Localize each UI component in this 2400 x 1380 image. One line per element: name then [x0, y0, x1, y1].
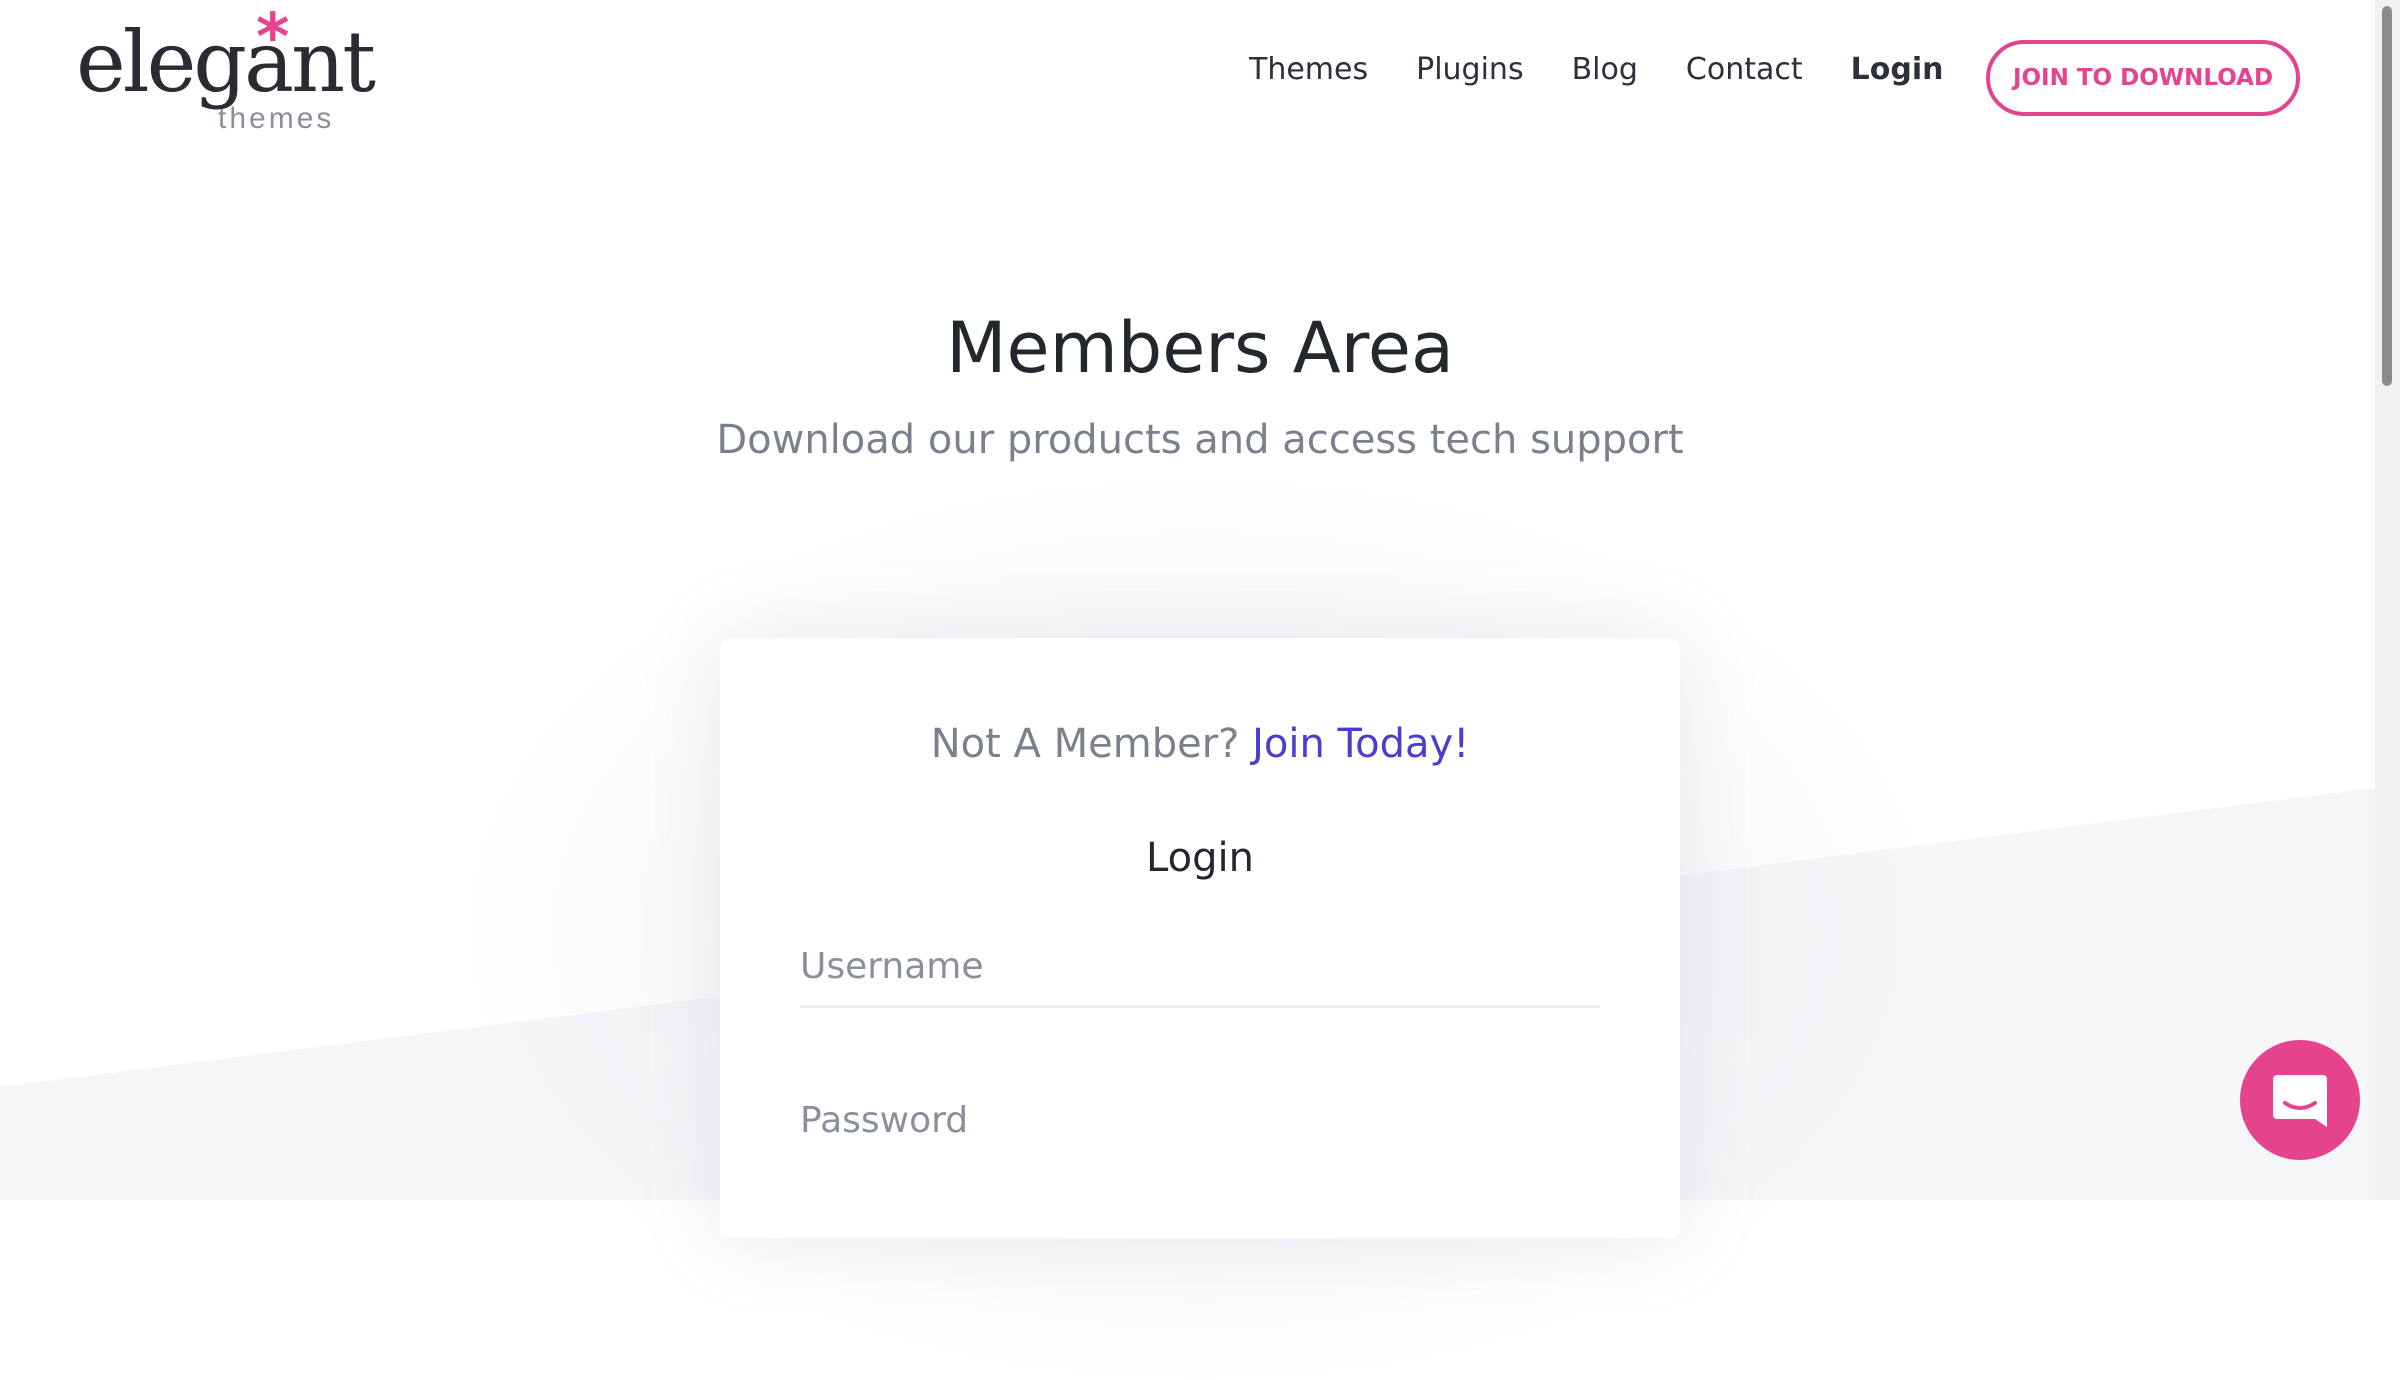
- logo-wordmark: elegant: [76, 13, 376, 111]
- not-a-member-text: Not A Member?: [930, 721, 1240, 767]
- nav-item-plugins[interactable]: Plugins: [1416, 52, 1523, 88]
- nav-item-themes[interactable]: Themes: [1249, 52, 1368, 88]
- nav-item-contact[interactable]: Contact: [1686, 52, 1803, 88]
- membership-prompt: Not A Member? Join Today!: [720, 720, 1680, 768]
- scrollbar-thumb[interactable]: [2382, 6, 2392, 386]
- login-heading: Login: [1146, 835, 1254, 881]
- username-input[interactable]: [800, 928, 1600, 1008]
- nav-item-login[interactable]: Login: [1851, 52, 1944, 88]
- chat-icon: [2273, 1075, 2327, 1127]
- logo-subtitle: themes: [218, 102, 335, 135]
- logo-asterisk-icon: *: [256, 1, 290, 75]
- page-subtitle: Download our products and access tech su…: [716, 417, 1684, 463]
- brand-logo[interactable]: elegant * themes: [76, 6, 376, 134]
- page-title: Members Area: [946, 307, 1454, 389]
- page-scrollbar[interactable]: [2375, 0, 2400, 1200]
- join-to-download-button[interactable]: JOIN TO DOWNLOAD: [1986, 40, 2300, 116]
- login-card: Not A Member? Join Today! Login: [720, 638, 1680, 1238]
- main-nav: Themes Plugins Blog Contact Login: [1249, 52, 1991, 88]
- nav-item-blog[interactable]: Blog: [1572, 52, 1638, 88]
- password-input[interactable]: [800, 1080, 1600, 1160]
- chat-launcher-button[interactable]: [2240, 1040, 2360, 1160]
- join-today-link[interactable]: Join Today!: [1252, 721, 1469, 767]
